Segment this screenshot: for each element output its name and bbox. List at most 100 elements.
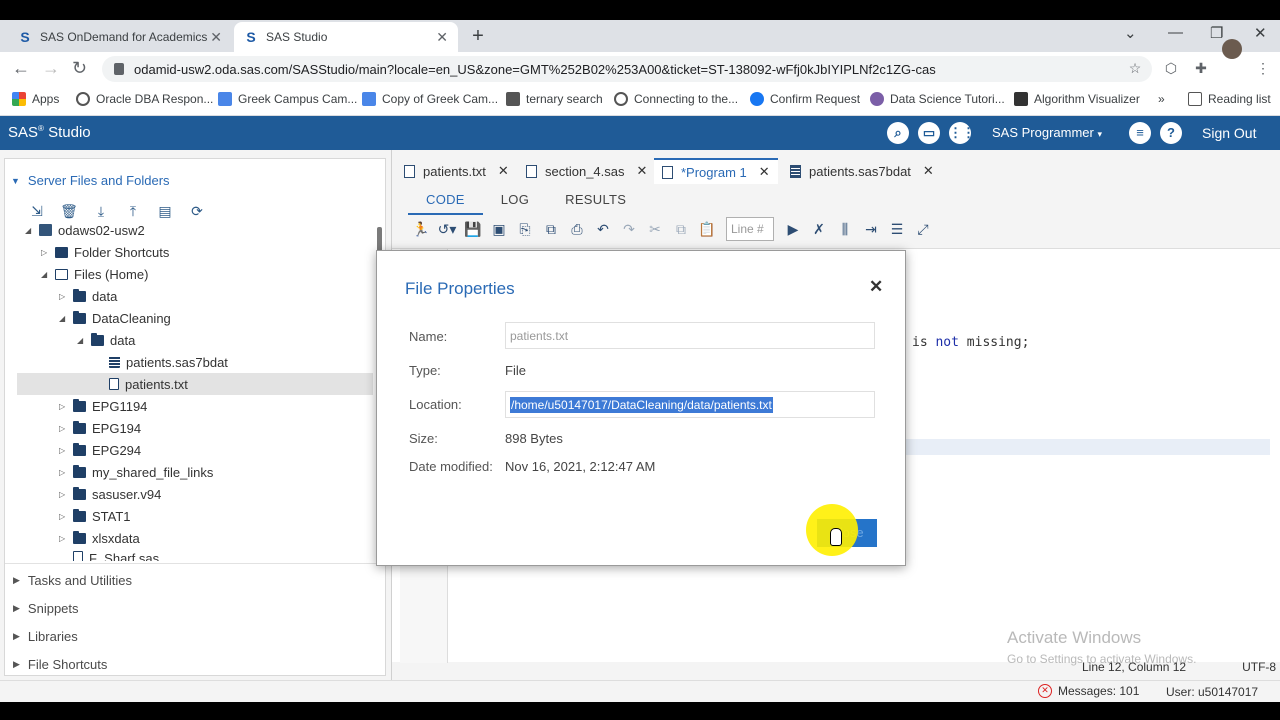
close-dialog-icon[interactable]: ✕	[869, 277, 883, 297]
libraries-header[interactable]: ▶ Libraries	[13, 629, 78, 644]
export-icon[interactable]: ⎘	[512, 221, 538, 238]
delete-icon[interactable]: 🗑	[59, 203, 79, 220]
back-icon[interactable]: ←	[12, 58, 30, 79]
restore-icon[interactable]: ❐	[1210, 24, 1223, 42]
history-icon[interactable]: ↺▾	[434, 221, 460, 238]
download-icon[interactable]: ⤓	[91, 203, 111, 220]
location-field[interactable]: /home/u50147017/DataCleaning/data/patien…	[505, 391, 875, 418]
open-folder-icon[interactable]: ▭	[918, 122, 940, 144]
messages-indicator[interactable]: ✕ Messages: 101	[1038, 684, 1139, 698]
help-icon[interactable]: ?	[1160, 122, 1182, 144]
close-tab-icon[interactable]: ✕	[210, 29, 222, 46]
browser-tab-sas-ondemand[interactable]: S SAS OnDemand for Academics ✕	[8, 22, 232, 52]
puzzle-extensions-icon[interactable]: ✚	[1192, 60, 1210, 78]
run-icon[interactable]: 🏃	[408, 221, 434, 238]
refresh-icon[interactable]: ⟳	[187, 203, 207, 220]
apps-grid-icon[interactable]: ⋮⋮	[949, 122, 975, 144]
bookmark-data-science[interactable]: Data Science Tutori...	[870, 92, 1005, 106]
bookmark-algorithm[interactable]: Algorithm Visualizer	[1014, 92, 1140, 106]
expanded-arrow-icon: ◢	[59, 313, 66, 323]
close-window-icon[interactable]: ✕	[1254, 24, 1267, 42]
maximize-icon[interactable]: ⤢	[910, 221, 936, 238]
close-tab-icon[interactable]: ✕	[923, 163, 934, 179]
copy-icon[interactable]: ⧉	[668, 221, 694, 238]
snippets-header[interactable]: ▶ Snippets	[13, 601, 79, 616]
tree-item-dc-data[interactable]: ◢ data	[77, 329, 135, 351]
tree-item-epg194[interactable]: ▷ EPG194	[59, 417, 141, 439]
file-shortcuts-header[interactable]: ▶ File Shortcuts	[13, 657, 107, 672]
extension-icon[interactable]: ⬡	[1162, 60, 1180, 78]
server-files-header[interactable]: ▼ Server Files and Folders	[11, 173, 170, 188]
bookmark-oracle[interactable]: Oracle DBA Respon...	[76, 92, 213, 106]
url-bar[interactable]: odamid-usw2.oda.sas.com/SASStudio/main?l…	[102, 56, 1152, 82]
close-tab-icon[interactable]: ✕	[759, 164, 770, 180]
minimize-icon[interactable]: —	[1168, 24, 1183, 41]
bookmark-copy-greek[interactable]: Copy of Greek Cam...	[362, 92, 498, 106]
browser-tab-sas-studio[interactable]: S SAS Studio ✕	[234, 22, 458, 52]
tree-item-folder-shortcuts[interactable]: ▷ Folder Shortcuts	[41, 241, 169, 263]
print-icon[interactable]: ⎙	[564, 221, 590, 238]
undo-icon[interactable]: ↶	[590, 221, 616, 238]
close-tab-icon[interactable]: ✕	[637, 163, 648, 179]
upload-icon[interactable]: ⤒	[123, 203, 143, 220]
tab-patients-txt[interactable]: patients.txt ✕	[396, 158, 517, 184]
name-field[interactable]: patients.txt	[505, 322, 875, 349]
go-to-line-icon[interactable]: ▶	[780, 221, 806, 238]
tree-item-epg294[interactable]: ▷ EPG294	[59, 439, 141, 461]
tasks-utilities-header[interactable]: ▶ Tasks and Utilities	[13, 573, 132, 588]
tree-item-partial[interactable]: F_Sharf.sas	[59, 551, 159, 561]
bookmark-connecting[interactable]: Connecting to the...	[614, 92, 738, 106]
tab-results[interactable]: RESULTS	[547, 188, 644, 215]
tree-item-server[interactable]: ◢ odaws02-usw2	[25, 219, 145, 241]
tree-item-data[interactable]: ▷ data	[59, 285, 117, 307]
close-tab-icon[interactable]: ✕	[498, 163, 509, 179]
save-icon[interactable]: 💾	[460, 221, 486, 238]
new-item-icon[interactable]: ⇲	[27, 203, 47, 220]
expand-triangle-icon: ▶	[13, 603, 20, 613]
tree-item-files-home[interactable]: ◢ Files (Home)	[41, 263, 148, 285]
save-as-icon[interactable]: ▣	[486, 221, 512, 238]
sign-out-link[interactable]: Sign Out	[1202, 125, 1256, 141]
line-number-input[interactable]: Line #	[726, 217, 774, 241]
clear-icon[interactable]: ✗	[806, 221, 832, 238]
search-icon[interactable]: ⌕	[887, 122, 909, 144]
redo-icon[interactable]: ↷	[616, 221, 642, 238]
forward-icon[interactable]: →	[42, 58, 60, 79]
tree-item-patients-sas7bdat[interactable]: patients.sas7bdat	[95, 351, 228, 373]
properties-icon[interactable]: ▤	[155, 203, 175, 220]
bookmark-greek-campus[interactable]: Greek Campus Cam...	[218, 92, 357, 106]
bookmark-star-icon[interactable]: ☆	[1126, 60, 1144, 78]
tab-log[interactable]: LOG	[483, 188, 547, 215]
snippet-icon[interactable]: ⇥	[858, 221, 884, 238]
tab-search-icon[interactable]: ⌄	[1124, 24, 1137, 42]
copy-file-icon[interactable]: ⧉	[538, 221, 564, 238]
role-selector[interactable]: SAS Programmer ▾	[992, 125, 1102, 140]
cut-icon[interactable]: ✂	[642, 221, 668, 238]
reload-icon[interactable]: ↻	[72, 58, 87, 79]
tree-item-datacleaning[interactable]: ◢ DataCleaning	[59, 307, 171, 329]
reading-list[interactable]: Reading list	[1188, 92, 1271, 106]
tree-item-epg1194[interactable]: ▷ EPG1194	[59, 395, 147, 417]
code-format-icon[interactable]: ⫼	[832, 221, 858, 238]
tree-item-sasuser[interactable]: ▷ sasuser.v94	[59, 483, 161, 505]
options-menu-icon[interactable]: ≡	[1129, 122, 1151, 144]
bookmark-confirm[interactable]: Confirm Request	[750, 92, 860, 106]
bookmark-ternary[interactable]: ternary search	[506, 92, 603, 106]
close-tab-icon[interactable]: ✕	[436, 29, 448, 46]
paste-icon[interactable]: 📋	[694, 221, 720, 238]
tab-code[interactable]: CODE	[408, 188, 483, 215]
tab-section-4[interactable]: section_4.sas ✕	[518, 158, 655, 184]
tab-patients-sas7bdat[interactable]: patients.sas7bdat ✕	[782, 158, 942, 184]
bookmarks-overflow[interactable]: »	[1158, 92, 1165, 106]
tree-item-stat1[interactable]: ▷ STAT1	[59, 505, 131, 527]
format-code-icon[interactable]: ☰	[884, 221, 910, 238]
tree-label: data	[110, 332, 136, 348]
menu-icon[interactable]: ⋮	[1254, 60, 1272, 78]
new-tab-button[interactable]: +	[466, 25, 490, 49]
tree-item-xlsxdata[interactable]: ▷ xlsxdata	[59, 527, 140, 549]
profile-avatar[interactable]	[1222, 39, 1242, 59]
tree-item-my-shared[interactable]: ▷ my_shared_file_links	[59, 461, 213, 483]
tree-item-patients-txt[interactable]: patients.txt	[17, 373, 373, 395]
bookmark-apps[interactable]: Apps	[12, 92, 59, 106]
tab-program-1[interactable]: *Program 1 ✕	[654, 158, 778, 184]
